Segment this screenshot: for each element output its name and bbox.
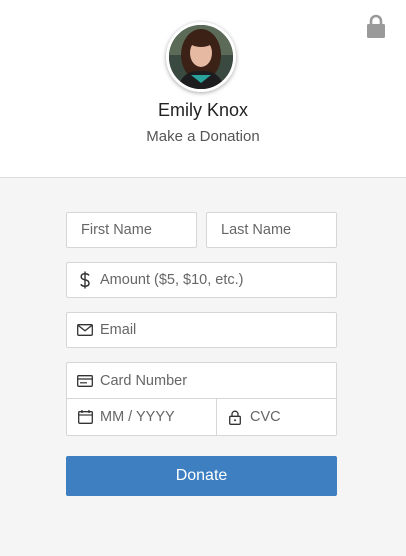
donee-name: Emily Knox (157, 100, 249, 120)
amount-field[interactable]: Amount ($5, $10, etc.) (66, 262, 337, 298)
avatar (166, 22, 236, 92)
last-name-placeholder: Last Name (221, 222, 292, 238)
calendar-icon (76, 408, 94, 426)
email-placeholder: Email (100, 322, 137, 338)
avatar-photo (169, 25, 233, 89)
cvc-placeholder: CVC (250, 409, 281, 425)
lock-icon (226, 408, 244, 426)
dollar-icon (76, 271, 94, 289)
page-subtitle: Make a Donation (146, 128, 260, 145)
first-name-placeholder: First Name (81, 222, 152, 238)
last-name-field[interactable]: Last Name (206, 212, 337, 248)
card-details-group: Card Number MM / YYYY CVC (66, 362, 337, 436)
expiry-field[interactable]: MM / YYYY (67, 399, 217, 435)
cvc-field[interactable]: CVC (217, 399, 336, 435)
email-field[interactable]: Email (66, 312, 337, 348)
amount-placeholder: Amount ($5, $10, etc.) (100, 272, 244, 288)
first-name-field[interactable]: First Name (66, 212, 197, 248)
envelope-icon (76, 321, 94, 339)
profile-header: Emily Knox Make a Donation (0, 0, 406, 178)
padlock-icon (367, 14, 385, 38)
donate-button[interactable]: Donate (66, 456, 337, 496)
expiry-placeholder: MM / YYYY (100, 409, 175, 425)
card-number-field[interactable]: Card Number (67, 363, 336, 399)
card-number-placeholder: Card Number (100, 372, 188, 389)
credit-card-icon (76, 372, 94, 390)
